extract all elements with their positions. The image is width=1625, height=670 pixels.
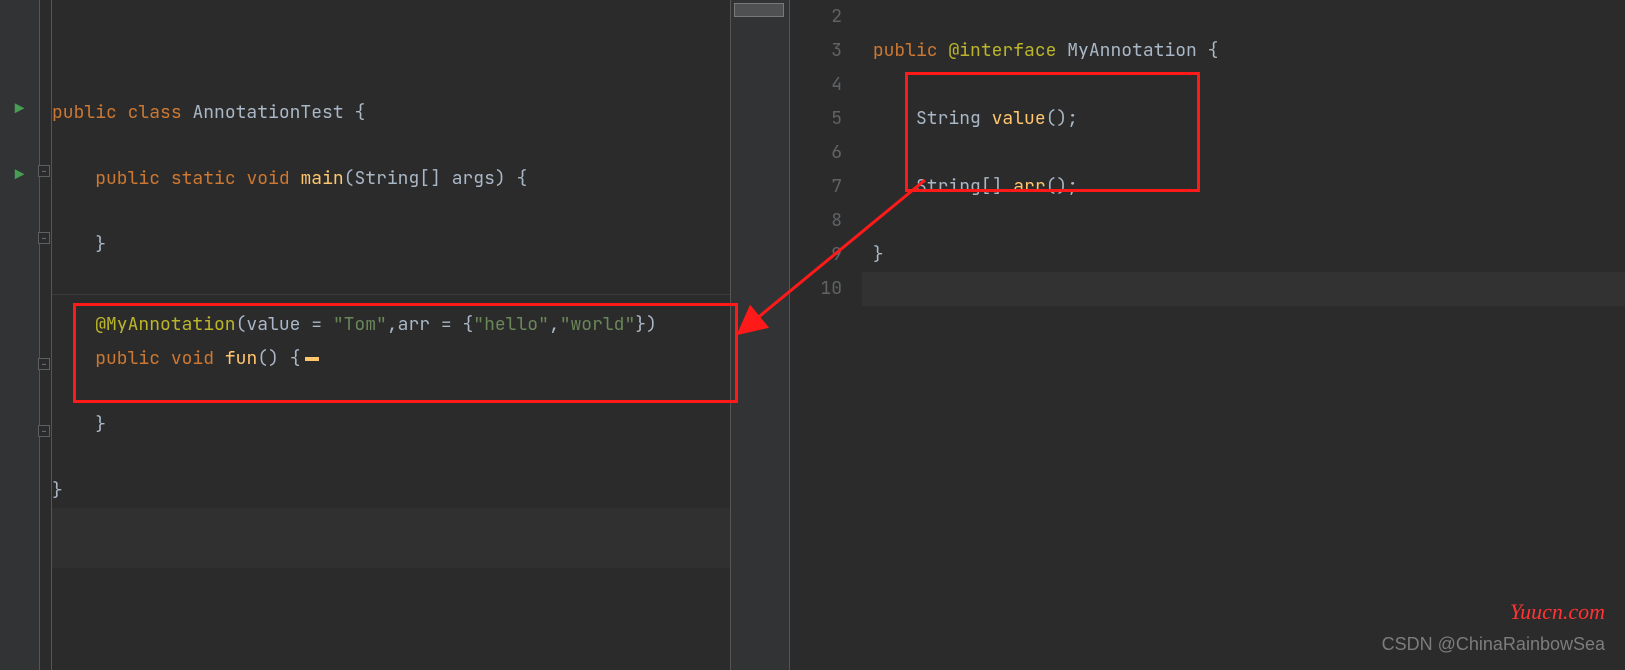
line-number: 7 bbox=[790, 170, 862, 204]
run-class-icon[interactable]: ▶ bbox=[0, 92, 39, 126]
left-run-gutter: ▶ ▶ bbox=[0, 0, 40, 670]
interface-close-line: } bbox=[862, 238, 1625, 272]
minimap[interactable] bbox=[730, 0, 790, 670]
caret-icon bbox=[305, 357, 319, 361]
line-number: 6 bbox=[790, 136, 862, 170]
line-number: 10 bbox=[790, 272, 862, 306]
fold-gutter: – – – – bbox=[40, 0, 52, 670]
line-number: 8 bbox=[790, 204, 862, 238]
line-number: 5 bbox=[790, 102, 862, 136]
line-number: 9 bbox=[790, 238, 862, 272]
arr-method-line: String[] arr(); bbox=[862, 170, 1625, 204]
value-method-line: String value(); bbox=[862, 102, 1625, 136]
left-pane: ▶ ▶ – – – – public class AnnotationTest … bbox=[0, 0, 730, 670]
right-code-area[interactable]: public @interface MyAnnotation { String … bbox=[862, 0, 1625, 670]
main-close-line: } bbox=[52, 228, 730, 262]
line-number-gutter: 2 3 4 5 6 7 8 9 10 bbox=[790, 0, 862, 670]
left-code-area[interactable]: public class AnnotationTest { public sta… bbox=[52, 0, 730, 670]
interface-decl-line: public @interface MyAnnotation { bbox=[862, 34, 1625, 68]
minimap-thumb[interactable] bbox=[734, 3, 784, 17]
fold-icon[interactable]: – bbox=[38, 425, 50, 437]
fun-close-line: } bbox=[52, 408, 730, 442]
line-number: 2 bbox=[790, 0, 862, 34]
line-number: 3 bbox=[790, 34, 862, 68]
editor-split: ▶ ▶ – – – – public class AnnotationTest … bbox=[0, 0, 1625, 670]
class-close-line: } bbox=[52, 474, 730, 508]
fun-decl-line: public void fun() { bbox=[52, 342, 730, 376]
current-line bbox=[862, 272, 1625, 306]
fold-icon[interactable]: – bbox=[38, 165, 50, 177]
fold-icon[interactable]: – bbox=[38, 232, 50, 244]
main-method-line: public static void main(String[] args) { bbox=[52, 162, 730, 196]
watermark-site: Yuucn.com bbox=[1510, 599, 1605, 625]
annotation-usage-line: @MyAnnotation(value = "Tom",arr = {"hell… bbox=[52, 308, 730, 342]
line-number: 4 bbox=[790, 68, 862, 102]
right-pane: 2 3 4 5 6 7 8 9 10 public @interface MyA… bbox=[790, 0, 1625, 670]
run-main-icon[interactable]: ▶ bbox=[0, 158, 39, 192]
class-decl-line: public class AnnotationTest { bbox=[52, 96, 730, 130]
fold-icon[interactable]: – bbox=[38, 358, 50, 370]
watermark-csdn: CSDN @ChinaRainbowSea bbox=[1382, 634, 1605, 655]
